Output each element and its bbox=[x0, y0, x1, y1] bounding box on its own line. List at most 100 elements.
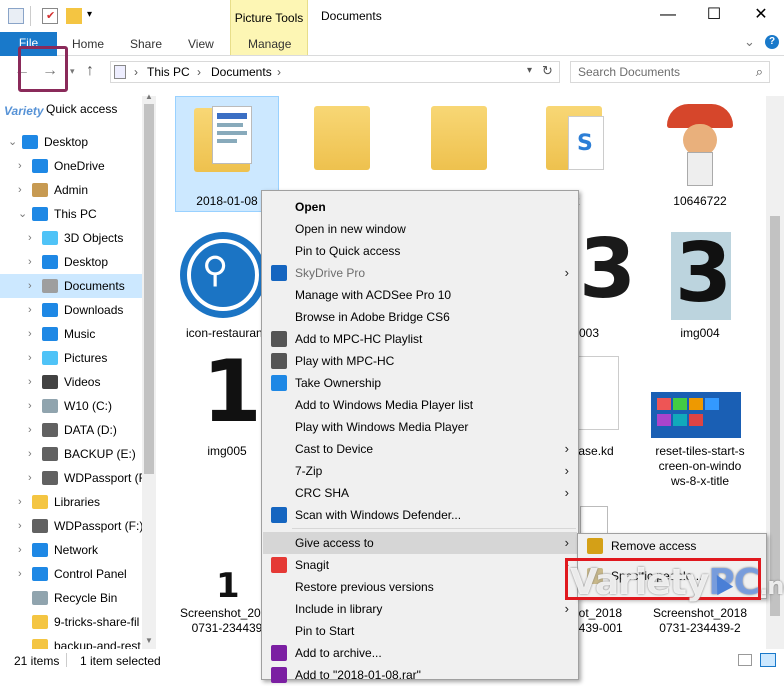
qat-dropdown-icon[interactable]: ▾ bbox=[87, 9, 92, 20]
refresh-icon[interactable]: ↻ bbox=[542, 63, 553, 79]
up-icon[interactable]: ↑ bbox=[86, 62, 94, 80]
tab-manage[interactable]: Manage bbox=[248, 37, 291, 51]
context-menu-item[interactable]: Pin to Start bbox=[263, 620, 577, 642]
nav-item[interactable]: › BACKUP (E:) bbox=[0, 442, 142, 466]
expand-chevron-right-icon[interactable]: › bbox=[18, 154, 28, 178]
nav-item[interactable]: ⌄ This PC bbox=[0, 202, 142, 226]
context-menu-item[interactable]: Include in library › bbox=[263, 598, 577, 620]
expand-chevron-right-icon[interactable]: › bbox=[28, 298, 38, 322]
details-view-icon[interactable] bbox=[738, 654, 752, 666]
photo-thumbnail: 3 bbox=[671, 226, 732, 321]
nav-item[interactable]: › Desktop bbox=[0, 250, 142, 274]
restaurant-icon: ⚲ bbox=[180, 232, 266, 318]
nav-scrollbar-thumb[interactable] bbox=[144, 104, 154, 474]
context-menu-item[interactable]: 7-Zip › bbox=[263, 460, 577, 482]
context-menu-item[interactable]: Give access to › bbox=[263, 532, 577, 554]
context-menu-item[interactable]: Play with Windows Media Player bbox=[263, 416, 577, 438]
nav-item[interactable]: ⌄ Desktop bbox=[0, 130, 142, 154]
nav-item[interactable]: Recycle Bin bbox=[0, 586, 142, 610]
maximize-button[interactable]: ☐ bbox=[691, 0, 737, 32]
watermark-text: .net bbox=[759, 572, 784, 600]
expand-chevron-right-icon[interactable]: › bbox=[28, 226, 38, 250]
nav-scroll-up-icon[interactable]: ▲ bbox=[145, 92, 153, 101]
tab-home[interactable]: Home bbox=[72, 37, 104, 51]
tab-view[interactable]: View bbox=[188, 37, 214, 51]
properties-icon[interactable]: ✔ bbox=[42, 8, 58, 24]
expand-chevron-right-icon[interactable]: › bbox=[18, 178, 28, 202]
menu-item-label: 7-Zip bbox=[295, 464, 323, 478]
expand-chevron-right-icon[interactable]: › bbox=[28, 274, 38, 298]
context-menu-item[interactable]: Open in new window bbox=[263, 218, 577, 240]
context-menu-item[interactable]: Add to MPC-HC Playlist bbox=[263, 328, 577, 350]
expand-chevron-right-icon[interactable]: › bbox=[18, 514, 28, 538]
context-menu-item[interactable]: Take Ownership bbox=[263, 372, 577, 394]
expand-chevron-right-icon[interactable]: › bbox=[18, 562, 28, 586]
breadcrumb-this-pc[interactable]: This PC bbox=[147, 65, 190, 79]
context-menu-item[interactable]: Browse in Adobe Bridge CS6 bbox=[263, 306, 577, 328]
nav-item[interactable]: › Pictures bbox=[0, 346, 142, 370]
context-menu-item[interactable]: SkyDrive Pro › bbox=[263, 262, 577, 284]
menu-item-label: Play with Windows Media Player bbox=[295, 420, 469, 434]
menu-item-label: Snagit bbox=[295, 558, 330, 572]
nav-item[interactable]: › W10 (C:) bbox=[0, 394, 142, 418]
nav-item[interactable]: › DATA (D:) bbox=[0, 418, 142, 442]
address-dropdown-icon[interactable]: ▾ bbox=[527, 65, 532, 76]
context-menu-item[interactable]: Add to Windows Media Player list bbox=[263, 394, 577, 416]
nav-item-label: Libraries bbox=[54, 495, 101, 509]
expand-chevron-right-icon[interactable]: › bbox=[28, 442, 38, 466]
mpc-hc-icon bbox=[271, 353, 287, 369]
context-menu-item[interactable]: Play with MPC-HC bbox=[263, 350, 577, 372]
nav-item[interactable]: › Libraries bbox=[0, 490, 142, 514]
expand-chevron-down-icon[interactable]: ⌄ bbox=[18, 202, 28, 226]
minimize-button[interactable]: — bbox=[645, 0, 691, 32]
close-button[interactable]: ✕ bbox=[738, 0, 784, 32]
context-menu-item[interactable]: CRC SHA › bbox=[263, 482, 577, 504]
large-icons-view-icon[interactable] bbox=[760, 653, 776, 667]
recent-locations-icon[interactable]: ▾ bbox=[70, 66, 75, 77]
context-menu-item[interactable]: Scan with Windows Defender... bbox=[263, 504, 577, 526]
nav-item[interactable]: › Music bbox=[0, 322, 142, 346]
nav-item[interactable]: › Videos bbox=[0, 370, 142, 394]
context-menu-item[interactable]: Pin to Quick access bbox=[263, 240, 577, 262]
expand-chevron-right-icon[interactable]: › bbox=[28, 370, 38, 394]
ribbon-collapse-icon[interactable]: ⌄ bbox=[744, 34, 755, 50]
nav-item[interactable]: › Admin bbox=[0, 178, 142, 202]
expand-chevron-right-icon[interactable]: › bbox=[28, 322, 38, 346]
expand-chevron-right-icon[interactable]: › bbox=[18, 538, 28, 562]
nav-item[interactable]: › Documents bbox=[0, 274, 142, 298]
expand-chevron-down-icon[interactable]: ⌄ bbox=[8, 130, 18, 154]
context-menu-item[interactable]: Cast to Device › bbox=[263, 438, 577, 460]
menu-item-remove-access[interactable]: Remove access bbox=[579, 535, 765, 557]
expand-chevron-right-icon[interactable]: › bbox=[28, 394, 38, 418]
nav-scroll-down-icon[interactable]: ▼ bbox=[145, 636, 153, 645]
context-menu-item[interactable]: Manage with ACDSee Pro 10 bbox=[263, 284, 577, 306]
help-icon[interactable]: ? bbox=[765, 35, 779, 49]
nav-item[interactable]: › Downloads bbox=[0, 298, 142, 322]
nav-item[interactable]: › WDPassport (F:) bbox=[0, 514, 142, 538]
context-menu-item[interactable]: Open bbox=[263, 196, 577, 218]
expand-chevron-right-icon[interactable]: › bbox=[28, 346, 38, 370]
expand-chevron-right-icon[interactable]: › bbox=[28, 466, 38, 490]
new-folder-icon[interactable] bbox=[66, 8, 82, 24]
nav-item[interactable]: › OneDrive bbox=[0, 154, 142, 178]
context-menu-item[interactable]: Restore previous versions bbox=[263, 576, 577, 598]
nav-item[interactable]: › Control Panel bbox=[0, 562, 142, 586]
breadcrumb-documents[interactable]: Documents bbox=[211, 65, 272, 79]
nav-item[interactable]: › WDPassport (F:) bbox=[0, 466, 142, 490]
nav-item[interactable]: › 3D Objects bbox=[0, 226, 142, 250]
nav-item[interactable]: 9-tricks-share-fil bbox=[0, 610, 142, 634]
expand-chevron-right-icon[interactable]: › bbox=[28, 418, 38, 442]
expand-chevron-right-icon[interactable]: › bbox=[18, 490, 28, 514]
quick-access-label[interactable]: Quick access bbox=[46, 102, 117, 116]
tab-share[interactable]: Share bbox=[130, 37, 162, 51]
context-menu-item[interactable]: Add to archive... bbox=[263, 642, 577, 664]
context-menu-item[interactable]: Snagit › bbox=[263, 554, 577, 576]
address-bar[interactable]: › This PC › Documents › ▾ ↻ bbox=[110, 61, 560, 83]
context-menu-item[interactable]: Add to "2018-01-08.rar" bbox=[263, 664, 577, 686]
file-caption: 003 bbox=[579, 326, 600, 340]
app-icon[interactable] bbox=[8, 8, 24, 24]
nav-item[interactable]: › Network bbox=[0, 538, 142, 562]
search-input[interactable]: Search Documents ⌕ bbox=[570, 61, 770, 83]
content-scrollbar-thumb[interactable] bbox=[770, 216, 780, 616]
expand-chevron-right-icon[interactable]: › bbox=[28, 250, 38, 274]
